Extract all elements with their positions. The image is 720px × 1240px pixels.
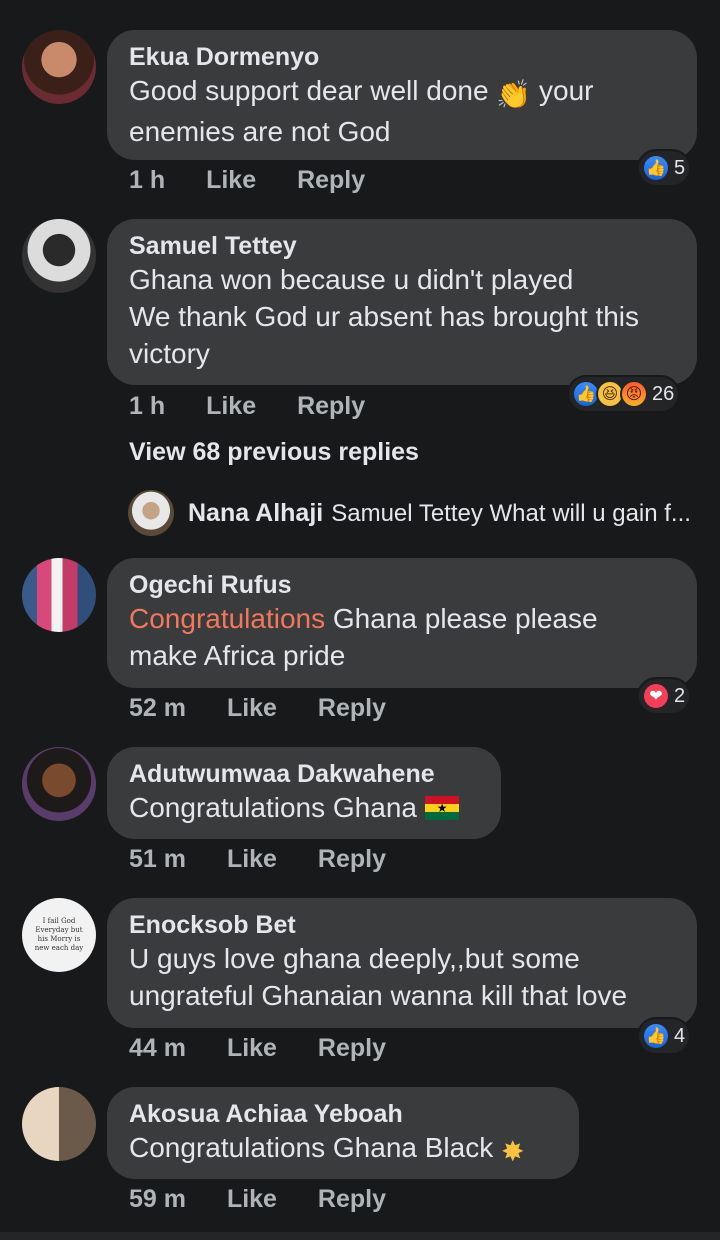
nested-reply-preview[interactable]: Nana Alhaji Samuel Tettey What will u gai…: [188, 499, 691, 528]
comment-text-line: U guys love ghana deeply,,but some: [129, 943, 580, 974]
bottom-divider: [0, 1232, 720, 1240]
comment-text-line: Congratulations Ghana: [129, 792, 417, 823]
comment-bubble: Samuel Tettey Ghana won because u didn't…: [107, 219, 697, 385]
ghana-flag-icon: ★: [424, 796, 459, 820]
mention-link[interactable]: Congratulations: [129, 603, 325, 634]
comment-meta: 59 m Like Reply: [129, 1185, 420, 1214]
reply-button[interactable]: Reply: [318, 1034, 386, 1062]
comment-text-line: Ghana please please: [332, 603, 598, 634]
comment-text: Ghana won because u didn't played We tha…: [129, 261, 675, 372]
reaction-count[interactable]: 👍 4: [639, 1019, 690, 1053]
timestamp: 1 h: [129, 392, 166, 420]
like-button[interactable]: Like: [227, 845, 277, 873]
reply-button[interactable]: Reply: [297, 392, 365, 420]
comment-bubble: Ekua Dormenyo Good support dear well don…: [107, 30, 697, 160]
commenter-name[interactable]: Adutwumwaa Dakwahene: [129, 759, 479, 789]
comment-text: Congratulations Ghana please please make…: [129, 600, 675, 674]
comment-text: U guys love ghana deeply,,but some ungra…: [129, 940, 675, 1014]
timestamp: 52 m: [129, 694, 186, 722]
comment-text-line: victory: [129, 338, 210, 369]
commenter-name[interactable]: Enocksob Bet: [129, 910, 675, 940]
avatar[interactable]: I fail God Everyday but his Morry is new…: [22, 898, 96, 972]
comment-meta: 1 h Like Reply: [129, 392, 399, 421]
like-button[interactable]: Like: [227, 1185, 277, 1213]
avatar[interactable]: [22, 219, 96, 293]
angry-reaction-icon: 😡: [620, 380, 648, 408]
comment-bubble: Akosua Achiaa Yeboah Congratulations Gha…: [107, 1087, 579, 1179]
comment-text-line: ungrateful Ghanaian wanna kill that love: [129, 980, 628, 1011]
avatar[interactable]: [22, 1087, 96, 1161]
clapping-hands-icon: 👏: [496, 79, 532, 110]
like-button[interactable]: Like: [206, 392, 256, 420]
avatar[interactable]: [128, 490, 174, 536]
reply-text: Samuel Tettey What will u gain f...: [331, 500, 691, 527]
comment-text-line: Good support dear well done: [129, 75, 489, 106]
timestamp: 59 m: [129, 1185, 186, 1213]
comment-text-line: make Africa pride: [129, 640, 346, 671]
like-button[interactable]: Like: [206, 166, 256, 194]
like-reaction-icon: 👍: [642, 154, 670, 182]
reply-button[interactable]: Reply: [318, 845, 386, 873]
heart-reaction-icon: ❤: [642, 682, 670, 710]
commenter-name[interactable]: Akosua Achiaa Yeboah: [129, 1099, 557, 1129]
reply-author[interactable]: Nana Alhaji: [188, 499, 323, 527]
reaction-count[interactable]: 👍 😆 😡 26: [569, 377, 679, 411]
commenter-name[interactable]: Ekua Dormenyo: [129, 42, 675, 72]
reply-button[interactable]: Reply: [318, 694, 386, 722]
comment-meta: 1 h Like Reply: [129, 166, 399, 195]
like-reaction-icon: 👍: [642, 1022, 670, 1050]
comment-bubble: Ogechi Rufus Congratulations Ghana pleas…: [107, 558, 697, 688]
comment-bubble: Enocksob Bet U guys love ghana deeply,,b…: [107, 898, 697, 1028]
comment-bubble: Adutwumwaa Dakwahene Congratulations Gha…: [107, 747, 501, 839]
avatar[interactable]: [22, 558, 96, 632]
comment-meta: 51 m Like Reply: [129, 845, 420, 874]
comment-text: Congratulations Ghana ★: [129, 789, 479, 826]
comment-text-line: Ghana won because u didn't played: [129, 264, 574, 295]
reply-button[interactable]: Reply: [297, 166, 365, 194]
comment-text-line: Congratulations Ghana Black: [129, 1132, 494, 1163]
avatar[interactable]: [22, 747, 96, 821]
comment-text-line: We thank God ur absent has brought this: [129, 301, 640, 332]
view-previous-replies-link[interactable]: View 68 previous replies: [129, 438, 419, 467]
avatar-quote-text: I fail God Everyday but his Morry is new…: [34, 917, 84, 952]
comment-text-line: enemies are not God: [129, 116, 391, 147]
reply-button[interactable]: Reply: [318, 1185, 386, 1213]
reaction-count[interactable]: ❤ 2: [639, 679, 690, 713]
comment-text-line: your: [539, 75, 594, 106]
like-button[interactable]: Like: [227, 1034, 277, 1062]
like-button[interactable]: Like: [227, 694, 277, 722]
comment-text: Good support dear well done 👏 your enemi…: [129, 72, 675, 150]
comment-meta: 44 m Like Reply: [129, 1034, 420, 1063]
comment-text: Congratulations Ghana Black ✸: [129, 1129, 557, 1170]
reaction-count[interactable]: 👍 5: [639, 151, 690, 185]
avatar[interactable]: [22, 30, 96, 104]
sparkle-star-icon: ✸: [501, 1136, 525, 1167]
commenter-name[interactable]: Samuel Tettey: [129, 231, 675, 261]
commenter-name[interactable]: Ogechi Rufus: [129, 570, 675, 600]
timestamp: 44 m: [129, 1034, 186, 1062]
timestamp: 1 h: [129, 166, 166, 194]
timestamp: 51 m: [129, 845, 186, 873]
comment-meta: 52 m Like Reply: [129, 694, 420, 723]
